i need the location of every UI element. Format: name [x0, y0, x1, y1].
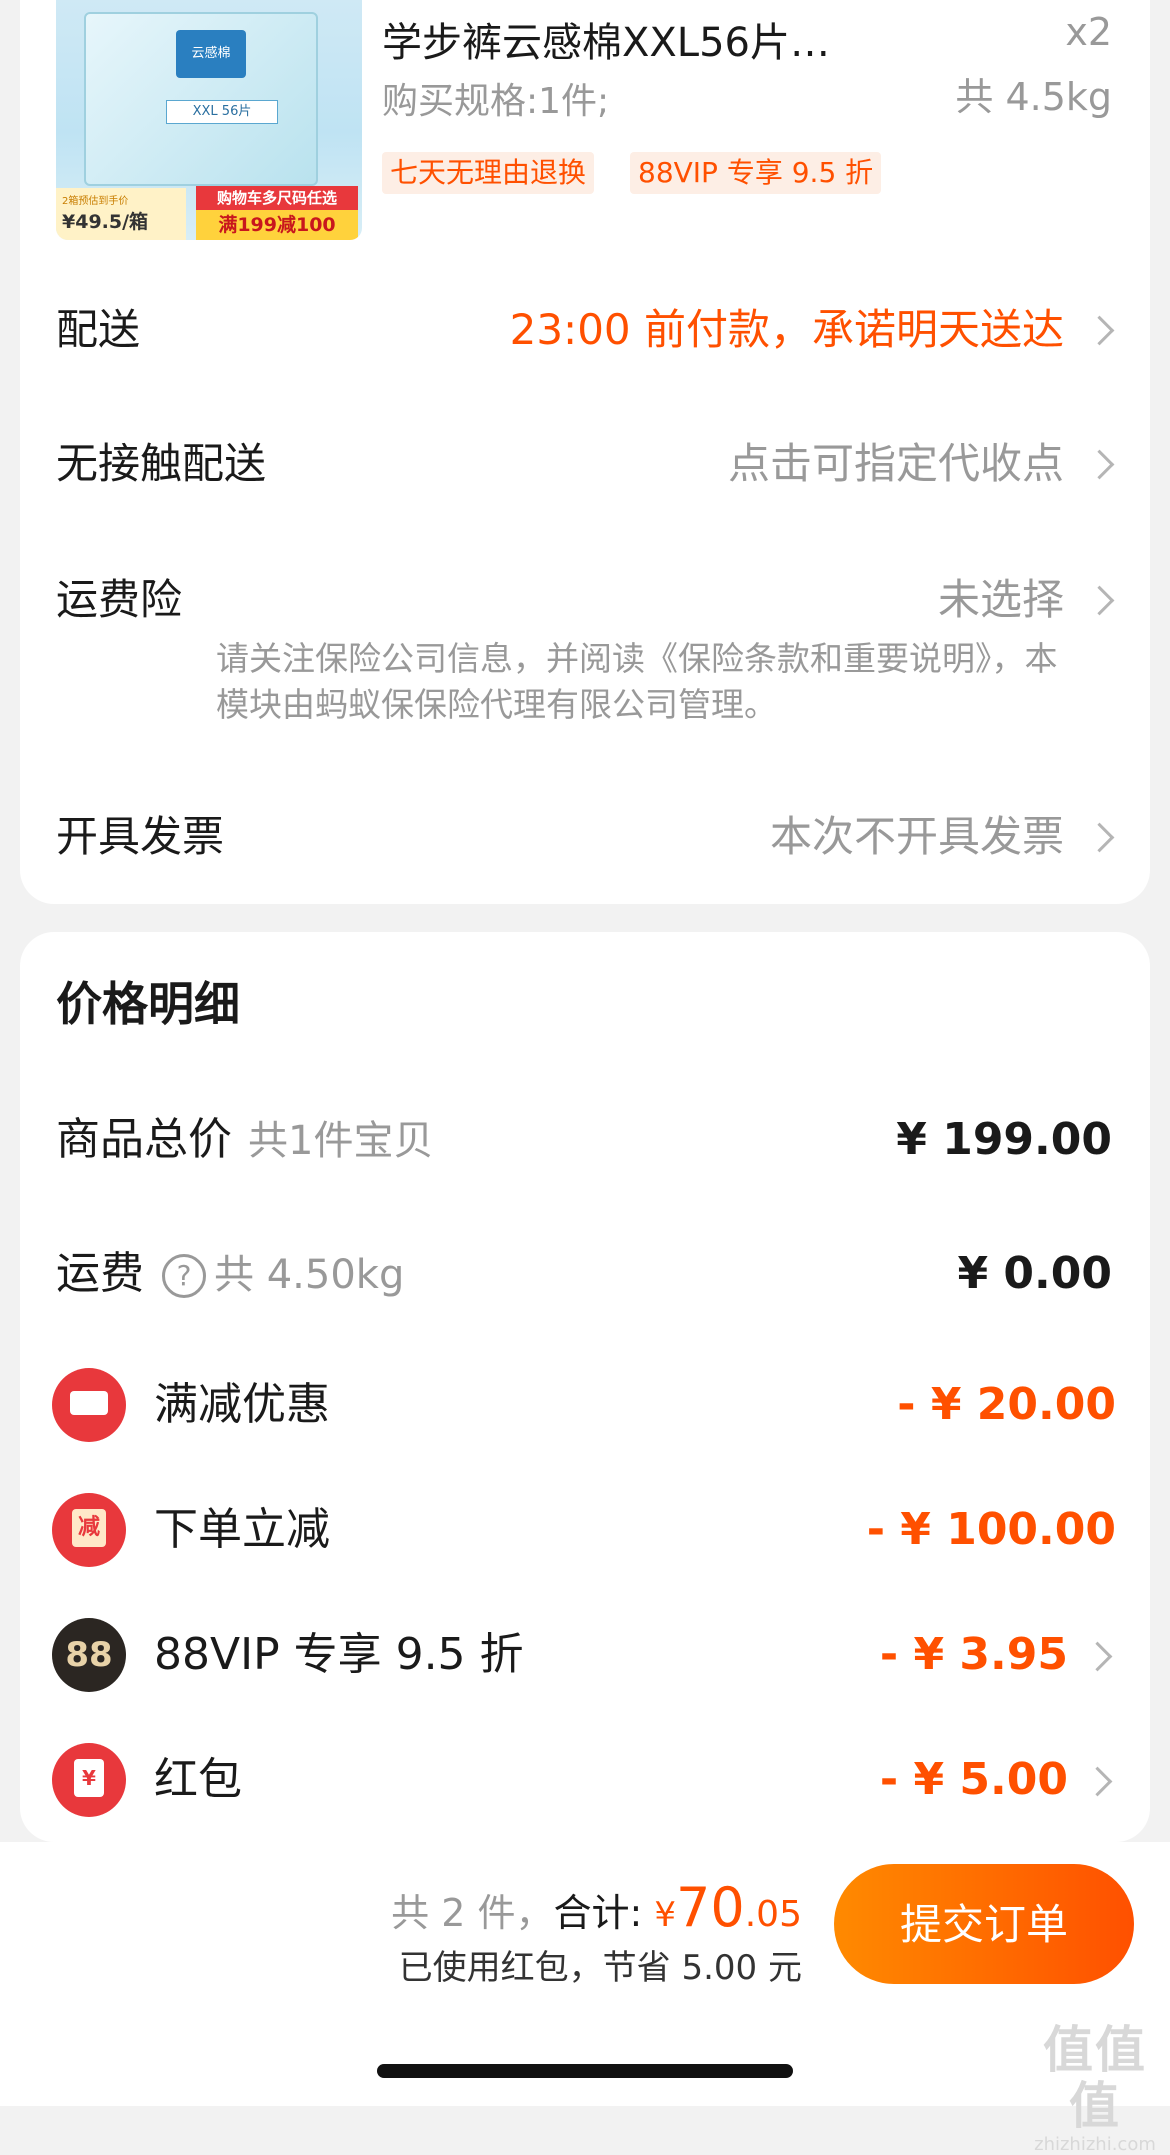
shipping-fee-label-text: 运费: [56, 1248, 144, 1299]
watermark-url: zhizhizhi.com: [1034, 2134, 1156, 2155]
product-image[interactable]: 云感棉 XXL 56片 购物车多尺码任选 满199减100 2箱预估到手价 ¥4…: [56, 0, 362, 240]
invoice-value: 本次不开具发票: [769, 812, 1064, 861]
instant-reduction-amount: - ¥ 100.00: [866, 1504, 1116, 1555]
goods-total-amount: ¥ 199.00: [896, 1114, 1112, 1165]
shipping-insurance-label: 运费险: [56, 575, 183, 624]
order-total: 共 2 件，合计: ¥70.05: [391, 1876, 802, 1939]
estimated-price-note: 2箱预估到手价: [62, 196, 129, 207]
red-packet-icon: ¥: [52, 1743, 126, 1817]
estimated-price-tag: 2箱预估到手价 ¥49.5/箱: [56, 188, 186, 240]
brand-label: 云感棉: [176, 30, 246, 78]
shipping-fee-amount: ¥ 0.00: [957, 1248, 1113, 1299]
reduce-icon: 减: [52, 1493, 126, 1567]
reduce-icon-glyph: 减: [72, 1509, 106, 1547]
chevron-right-icon: [1084, 822, 1115, 853]
goods-total-label-text: 商品总价: [56, 1114, 232, 1165]
chevron-right-icon: [1082, 1766, 1113, 1797]
watermark-text: 值值值: [1043, 2021, 1147, 2135]
vip-discount-tag: 88VIP 专享 9.5 折: [630, 152, 882, 194]
chevron-right-icon: [1082, 1641, 1113, 1672]
promo-discount-banner: 满199减100: [196, 210, 358, 240]
red-packet-icon-glyph: ¥: [74, 1759, 104, 1797]
coupon-icon-inner: [70, 1391, 108, 1415]
vip-discount-label: 88VIP 专享 9.5 折: [154, 1629, 524, 1680]
contactless-value: 点击可指定代收点: [727, 439, 1064, 488]
estimated-price: ¥49.5/箱: [62, 211, 149, 233]
vip-discount-row[interactable]: 88 88VIP 专享 9.5 折 - ¥ 3.95: [52, 1618, 1116, 1692]
item-count: 共 2 件，: [391, 1891, 554, 1935]
shipping-fee-label: 运费? 共 4.50kg: [56, 1242, 404, 1307]
goods-count: 共1件宝贝: [248, 1118, 434, 1164]
full-reduction-row: 满减优惠 - ¥ 20.00: [52, 1368, 1116, 1442]
instant-reduction-row: 减 下单立减 - ¥ 100.00: [52, 1493, 1116, 1567]
vip-discount-amount: - ¥ 3.95: [879, 1629, 1068, 1680]
delivery-label: 配送: [56, 305, 141, 354]
shipping-insurance-row[interactable]: 运费险 未选择: [56, 568, 1116, 632]
price-detail-title: 价格明细: [56, 977, 240, 1031]
product-title[interactable]: 学步裤云感棉XXL56片…: [382, 10, 922, 68]
promo-banner: 购物车多尺码任选: [196, 186, 358, 210]
vip88-icon: 88: [52, 1618, 126, 1692]
return-policy-tag: 七天无理由退换: [382, 152, 595, 194]
total-label: 合计:: [553, 1891, 643, 1935]
watermark-logo: 值值值 zhizhizhi.com: [1020, 2022, 1170, 2155]
delivery-row[interactable]: 配送 23:00 前付款，承诺明天送达: [56, 298, 1116, 362]
checkout-bar: 共 2 件，合计: ¥70.05 已使用红包，节省 5.00 元 提交订单 值值…: [0, 1842, 1170, 2155]
help-icon[interactable]: ?: [162, 1254, 206, 1298]
full-reduction-amount: - ¥ 20.00: [897, 1379, 1116, 1430]
invoice-label: 开具发票: [56, 812, 225, 861]
shipping-fee-row: 运费? 共 4.50kg ¥ 0.00: [56, 1242, 1112, 1306]
product-spec: 购买规格:1件;: [382, 81, 610, 122]
chevron-right-icon: [1084, 315, 1115, 346]
red-packet-row[interactable]: ¥ 红包 - ¥ 5.00: [52, 1743, 1116, 1817]
price-detail-card: 价格明细 商品总价 共1件宝贝 ¥ 199.00 运费? 共 4.50kg ¥ 0.…: [20, 932, 1150, 1842]
insurance-note: 请关注保险公司信息，并阅读《保险条款和重要说明》，本模块由蚂蚁保保险代理有限公司…: [216, 639, 1058, 724]
total-integer: 70: [676, 1876, 745, 1939]
coupon-icon: [52, 1368, 126, 1442]
currency-symbol: ¥: [654, 1895, 677, 1935]
full-reduction-label: 满减优惠: [154, 1379, 330, 1430]
delivery-value: 23:00 前付款，承诺明天送达: [509, 305, 1064, 354]
chevron-right-icon: [1084, 449, 1115, 480]
chevron-right-icon: [1084, 585, 1115, 616]
red-packet-amount: - ¥ 5.00: [879, 1754, 1068, 1805]
goods-total-label: 商品总价 共1件宝贝: [56, 1108, 433, 1173]
instant-reduction-label: 下单立减: [154, 1504, 330, 1555]
shipping-insurance-value: 未选择: [937, 575, 1064, 624]
product-quantity: x2: [1065, 10, 1112, 54]
product-weight: 共 4.5kg: [955, 75, 1112, 119]
contactless-label: 无接触配送: [56, 439, 267, 488]
size-label: XXL 56片: [166, 100, 278, 124]
red-packet-label: 红包: [154, 1754, 242, 1805]
shipping-weight: 共 4.50kg: [214, 1252, 405, 1298]
goods-total-row: 商品总价 共1件宝贝 ¥ 199.00: [56, 1108, 1112, 1172]
invoice-row[interactable]: 开具发票 本次不开具发票: [56, 805, 1116, 869]
home-indicator[interactable]: [377, 2064, 793, 2078]
contactless-row[interactable]: 无接触配送 点击可指定代收点: [56, 432, 1116, 496]
submit-order-button[interactable]: 提交订单: [834, 1864, 1134, 1984]
total-decimal: .05: [744, 1894, 802, 1935]
savings-note: 已使用红包，节省 5.00 元: [398, 1948, 802, 1988]
order-info-card: 云感棉 XXL 56片 购物车多尺码任选 满199减100 2箱预估到手价 ¥4…: [20, 0, 1150, 904]
